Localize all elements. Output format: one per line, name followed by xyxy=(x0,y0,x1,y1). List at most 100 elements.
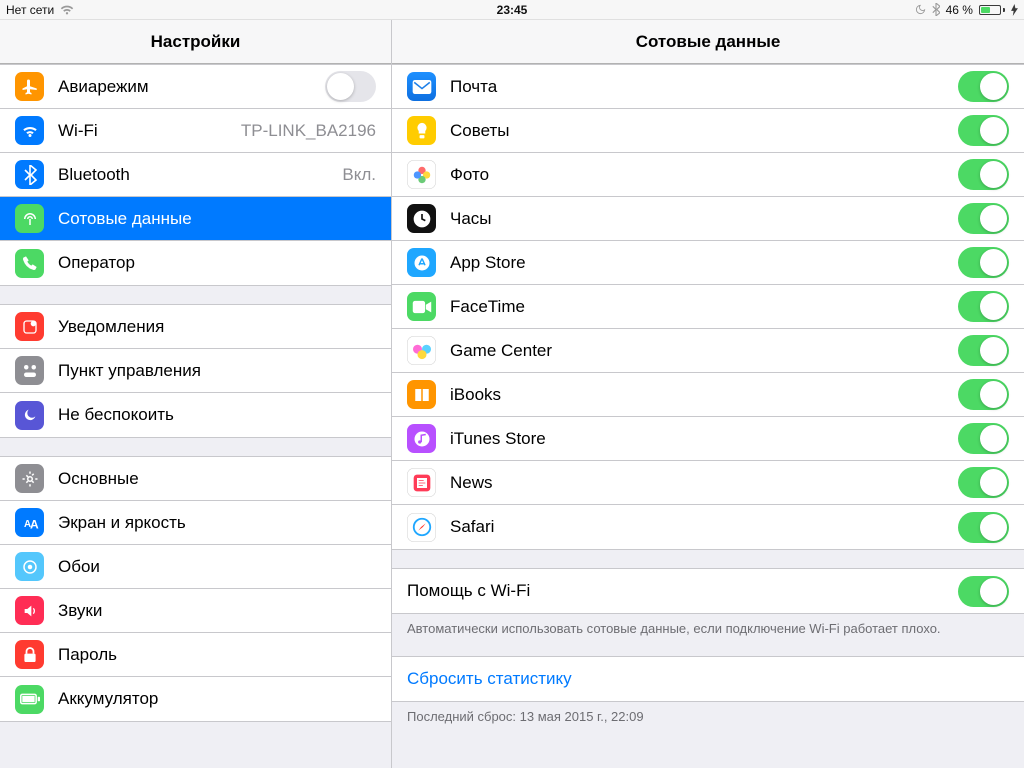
sidebar-item-bluetooth[interactable]: BluetoothВкл. xyxy=(0,153,391,197)
facetime-toggle[interactable] xyxy=(958,291,1009,322)
tips-toggle[interactable] xyxy=(958,115,1009,146)
detail-title: Сотовые данные xyxy=(636,32,781,52)
app-row-ibooks[interactable]: iBooks xyxy=(392,373,1024,417)
app-row-safari[interactable]: Safari xyxy=(392,505,1024,549)
news-icon xyxy=(407,468,436,497)
battery-pct: 46 % xyxy=(946,3,973,17)
sidebar-item-label: Пункт управления xyxy=(58,361,376,381)
sidebar-item-notifications[interactable]: Уведомления xyxy=(0,305,391,349)
itunes-toggle[interactable] xyxy=(958,423,1009,454)
app-row-clock[interactable]: Часы xyxy=(392,197,1024,241)
sidebar-title: Настройки xyxy=(151,32,241,52)
app-row-label: Советы xyxy=(450,121,958,141)
sidebar-item-wallpaper[interactable]: Обои xyxy=(0,545,391,589)
app-row-label: FaceTime xyxy=(450,297,958,317)
reset-stats-button[interactable]: Сбросить статистику xyxy=(392,657,1024,701)
charging-icon xyxy=(1011,4,1018,16)
sidebar-item-cellular[interactable]: Сотовые данные xyxy=(0,197,391,241)
app-row-label: Часы xyxy=(450,209,958,229)
clock-icon xyxy=(407,204,436,233)
wifi-assist-row[interactable]: Помощь с Wi-Fi xyxy=(392,569,1024,613)
sidebar-item-control-center[interactable]: Пункт управления xyxy=(0,349,391,393)
gamecenter-toggle[interactable] xyxy=(958,335,1009,366)
sidebar-item-label: Оператор xyxy=(58,253,376,273)
wifi-assist-footer: Автоматически использовать сотовые данны… xyxy=(392,614,1024,638)
sidebar-scroll[interactable]: Авиарежим Wi-FiTP-LINK_BA2196BluetoothВкл… xyxy=(0,64,391,768)
sidebar-item-label: Звуки xyxy=(58,601,376,621)
facetime-icon xyxy=(407,292,436,321)
reset-footer: Последний сброс: 13 мая 2015 г., 22:09 xyxy=(392,702,1024,726)
sidebar-item-display[interactable]: AAЭкран и яркость xyxy=(0,501,391,545)
app-row-appstore[interactable]: App Store xyxy=(392,241,1024,285)
sidebar-item-battery[interactable]: Аккумулятор xyxy=(0,677,391,721)
app-row-news[interactable]: News xyxy=(392,461,1024,505)
wifi-status-icon xyxy=(60,5,74,15)
gamecenter-icon xyxy=(407,336,436,365)
sidebar-item-general[interactable]: Основные xyxy=(0,457,391,501)
sidebar-item-label: Основные xyxy=(58,469,376,489)
cellular-icon xyxy=(15,204,44,233)
detail-panel: Сотовые данные Почта Советы Фото Часы App St… xyxy=(392,20,1024,768)
news-toggle[interactable] xyxy=(958,467,1009,498)
ibooks-toggle[interactable] xyxy=(958,379,1009,410)
sidebar-item-value: Вкл. xyxy=(342,165,376,185)
carrier-text: Нет сети xyxy=(6,3,54,17)
detail-scroll[interactable]: Почта Советы Фото Часы App Store FaceTime Game… xyxy=(392,64,1024,768)
sidebar-item-wifi[interactable]: Wi-FiTP-LINK_BA2196 xyxy=(0,109,391,153)
moon-icon xyxy=(15,401,44,430)
app-row-label: App Store xyxy=(450,253,958,273)
appstore-toggle[interactable] xyxy=(958,247,1009,278)
notifications-icon xyxy=(15,312,44,341)
sidebar-item-label: Wi-Fi xyxy=(58,121,233,141)
reset-stats-label: Сбросить статистику xyxy=(407,669,1009,689)
sidebar-item-label: Экран и яркость xyxy=(58,513,376,533)
sidebar-item-airplane[interactable]: Авиарежим xyxy=(0,65,391,109)
app-row-itunes[interactable]: iTunes Store xyxy=(392,417,1024,461)
sidebar-item-label: Не беспокоить xyxy=(58,405,376,425)
photos-icon xyxy=(407,160,436,189)
mail-toggle[interactable] xyxy=(958,71,1009,102)
apps-group: Почта Советы Фото Часы App Store FaceTime Game… xyxy=(392,64,1024,550)
clock-toggle[interactable] xyxy=(958,203,1009,234)
battery-icon xyxy=(15,685,44,714)
app-row-photos[interactable]: Фото xyxy=(392,153,1024,197)
ibooks-icon xyxy=(407,380,436,409)
itunes-icon xyxy=(407,424,436,453)
app-row-gamecenter[interactable]: Game Center xyxy=(392,329,1024,373)
safari-toggle[interactable] xyxy=(958,512,1009,543)
sidebar-item-label: Обои xyxy=(58,557,376,577)
app-row-label: Safari xyxy=(450,517,958,537)
airplane-icon xyxy=(15,72,44,101)
sidebar-group: Основные AAЭкран и яркость Обои Звуки Пароль… xyxy=(0,456,391,722)
sidebar-item-label: Уведомления xyxy=(58,317,376,337)
app-row-label: Почта xyxy=(450,77,958,97)
app-row-tips[interactable]: Советы xyxy=(392,109,1024,153)
battery-fill xyxy=(981,7,990,13)
status-bar: Нет сети 23:45 46 % xyxy=(0,0,1024,20)
sidebar-item-label: Авиарежим xyxy=(58,77,325,97)
photos-toggle[interactable] xyxy=(958,159,1009,190)
lock-icon xyxy=(15,640,44,669)
app-row-label: News xyxy=(450,473,958,493)
wallpaper-icon xyxy=(15,552,44,581)
wifi-assist-label: Помощь с Wi-Fi xyxy=(407,581,958,601)
airplane-toggle[interactable] xyxy=(325,71,376,102)
tips-icon xyxy=(407,116,436,145)
sidebar-item-label: Сотовые данные xyxy=(58,209,376,229)
sidebar-item-passcode[interactable]: Пароль xyxy=(0,633,391,677)
wifi-icon xyxy=(15,116,44,145)
bluetooth-icon xyxy=(15,160,44,189)
wifi-assist-toggle[interactable] xyxy=(958,576,1009,607)
app-row-label: iBooks xyxy=(450,385,958,405)
sidebar-item-sounds[interactable]: Звуки xyxy=(0,589,391,633)
sidebar-item-label: Пароль xyxy=(58,645,376,665)
sidebar-item-dnd[interactable]: Не беспокоить xyxy=(0,393,391,437)
sidebar-group: Уведомления Пункт управления Не беспокоить xyxy=(0,304,391,438)
sidebar-item-label: Аккумулятор xyxy=(58,689,376,709)
app-row-mail[interactable]: Почта xyxy=(392,65,1024,109)
phone-icon xyxy=(15,249,44,278)
app-row-facetime[interactable]: FaceTime xyxy=(392,285,1024,329)
sidebar-item-carrier[interactable]: Оператор xyxy=(0,241,391,285)
bluetooth-status-icon xyxy=(932,3,940,16)
app-row-label: Game Center xyxy=(450,341,958,361)
